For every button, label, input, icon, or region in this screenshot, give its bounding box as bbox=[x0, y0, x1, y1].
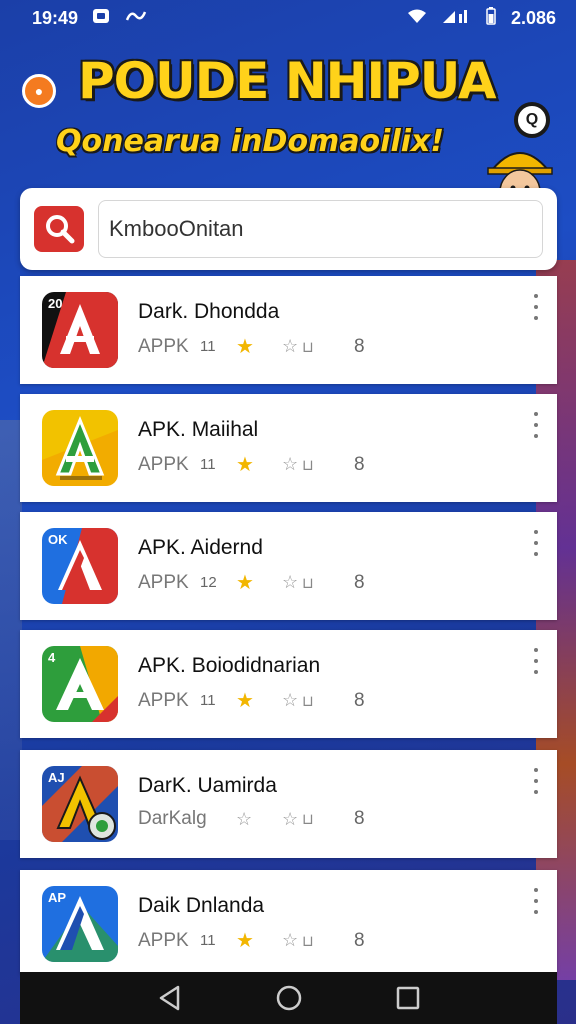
list-item[interactable]: AP Daik Dnlanda APPK 11 ★ ☆ ⊔ 8 bbox=[20, 870, 557, 974]
home-icon[interactable] bbox=[273, 982, 305, 1014]
cup-icon: ⊔ bbox=[302, 811, 314, 828]
cup-icon: ⊔ bbox=[302, 456, 314, 474]
app-icon: AJ bbox=[42, 766, 118, 842]
list-item[interactable]: 20 Dark. Dhondda APPK 11 ★ ☆ ⊔ 8 bbox=[20, 276, 557, 384]
app-meta: APPK 11 ★ ☆ ⊔ 8 bbox=[138, 928, 365, 953]
app-meta: APPK 11 ★ ☆ ⊔ 8 bbox=[138, 688, 365, 713]
app-icon-label: 20 bbox=[48, 296, 62, 311]
status-battery-text: 2.086 bbox=[510, 7, 556, 28]
app-name: DarK. Uamirda bbox=[138, 774, 277, 797]
cup-icon: ⊔ bbox=[302, 338, 314, 356]
banner-logo-icon: ● bbox=[22, 74, 56, 108]
signal-icon bbox=[441, 8, 471, 29]
app-type: APPK bbox=[138, 453, 189, 475]
app-count: 8 bbox=[354, 453, 365, 475]
app-name: APK. Maiihal bbox=[138, 418, 259, 441]
star-empty-icon: ☆ bbox=[282, 572, 299, 592]
list-item[interactable]: AJ DarK. Uamirda DarKalg ☆ ☆ ⊔ 8 bbox=[20, 750, 557, 858]
app-count: 8 bbox=[354, 929, 365, 951]
app-type: APPK bbox=[138, 689, 189, 711]
overflow-menu-icon[interactable] bbox=[529, 648, 543, 674]
app-meta: DarKalg ☆ ☆ ⊔ 8 bbox=[138, 808, 365, 830]
app-count: 8 bbox=[354, 571, 365, 593]
app-meta: APPK 12 ★ ☆ ⊔ 8 bbox=[138, 570, 365, 595]
app-type: APPK bbox=[138, 929, 189, 951]
back-icon[interactable] bbox=[154, 982, 186, 1014]
banner: ● POUDE NHIPUA Q Qonearua inDomaoilix! bbox=[0, 44, 576, 232]
search-input[interactable] bbox=[98, 200, 543, 258]
search-icon[interactable] bbox=[34, 206, 84, 252]
overflow-menu-icon[interactable] bbox=[529, 412, 543, 438]
background-decoration-left bbox=[0, 420, 22, 840]
overflow-menu-icon[interactable] bbox=[529, 530, 543, 556]
app-meta: APPK 11 ★ ☆ ⊔ 8 bbox=[138, 452, 365, 477]
app-size: 12 bbox=[200, 574, 217, 591]
app-icon-label: OK bbox=[48, 532, 68, 547]
app-name: Daik Dnlanda bbox=[138, 894, 265, 917]
app-size: 11 bbox=[200, 692, 216, 709]
app-type: DarKalg bbox=[138, 808, 207, 829]
list-item[interactable]: APK. Maiihal APPK 11 ★ ☆ ⊔ 8 bbox=[20, 394, 557, 502]
banner-subtitle: Qonearua inDomaoilix! bbox=[56, 124, 445, 159]
app-name: APK. Aidernd bbox=[138, 536, 263, 559]
app-name: Dark. Dhondda bbox=[138, 300, 280, 323]
status-bar: 19:49 2.086 bbox=[0, 0, 576, 36]
star-filled-icon: ★ bbox=[236, 454, 254, 476]
link-icon bbox=[124, 8, 148, 29]
star-empty-icon: ☆ bbox=[282, 454, 299, 474]
app-icon: 20 bbox=[42, 292, 118, 368]
app-count: 8 bbox=[354, 335, 365, 357]
star-empty-icon: ☆ bbox=[282, 930, 299, 950]
app-icon: 4 bbox=[42, 646, 118, 722]
app-icon: OK bbox=[42, 528, 118, 604]
app-size: 11 bbox=[200, 338, 216, 355]
star-empty-icon: ☆ bbox=[282, 690, 299, 710]
overflow-menu-icon[interactable] bbox=[529, 294, 543, 320]
status-time: 19:49 bbox=[32, 7, 79, 28]
app-count: 8 bbox=[354, 808, 365, 829]
star-empty-icon: ☆ bbox=[282, 336, 299, 356]
app-size: 11 bbox=[200, 456, 216, 473]
overflow-menu-icon[interactable] bbox=[529, 888, 543, 914]
cup-icon: ⊔ bbox=[302, 574, 314, 592]
cup-icon: ⊔ bbox=[302, 692, 314, 710]
star-filled-icon: ★ bbox=[236, 930, 254, 952]
star-empty-icon: ☆ bbox=[236, 808, 253, 829]
banner-title: POUDE NHIPUA bbox=[78, 52, 497, 110]
list-item[interactable]: 4 APK. Boiodidnarian APPK 11 ★ ☆ ⊔ 8 bbox=[20, 630, 557, 738]
battery-icon bbox=[485, 6, 497, 30]
app-icon-label: AP bbox=[48, 890, 66, 905]
star-filled-icon: ★ bbox=[236, 336, 254, 358]
app-icon-label: AJ bbox=[48, 770, 65, 785]
notification-icon bbox=[92, 8, 110, 29]
app-icon: AP bbox=[42, 886, 118, 962]
cup-icon: ⊔ bbox=[302, 932, 314, 950]
star-filled-icon: ★ bbox=[236, 690, 254, 712]
recents-icon[interactable] bbox=[392, 982, 424, 1014]
star-filled-icon: ★ bbox=[236, 572, 254, 594]
overflow-menu-icon[interactable] bbox=[529, 768, 543, 794]
app-icon bbox=[42, 410, 118, 486]
wifi-icon bbox=[407, 8, 427, 29]
app-icon-label: 4 bbox=[48, 650, 56, 665]
app-count: 8 bbox=[354, 689, 365, 711]
navigation-bar bbox=[20, 972, 557, 1024]
app-name: APK. Boiodidnarian bbox=[138, 654, 321, 677]
search-card bbox=[20, 188, 557, 270]
star-empty-icon: ☆ bbox=[282, 808, 299, 829]
list-item[interactable]: OK APK. Aidernd APPK 12 ★ ☆ ⊔ 8 bbox=[20, 512, 557, 620]
app-type: APPK bbox=[138, 571, 189, 593]
app-meta: APPK 11 ★ ☆ ⊔ 8 bbox=[138, 334, 365, 359]
app-size: 11 bbox=[200, 932, 216, 949]
banner-badge-icon: Q bbox=[514, 102, 550, 138]
app-type: APPK bbox=[138, 335, 189, 357]
